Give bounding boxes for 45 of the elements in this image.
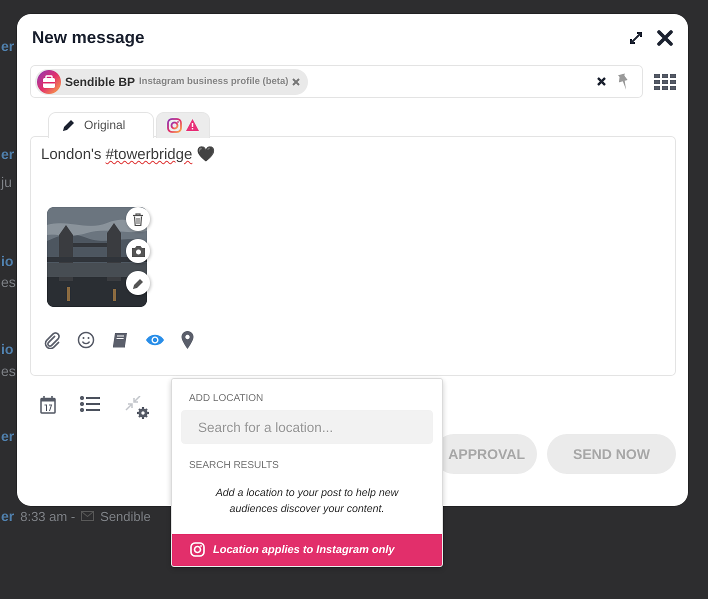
section-heading: ADD LOCATION bbox=[188, 393, 264, 404]
book-icon[interactable] bbox=[111, 331, 129, 349]
location-search-field[interactable]: Search for a location... bbox=[181, 410, 433, 444]
mail-icon bbox=[81, 511, 94, 521]
profile-chip[interactable]: Sendible BP Instagram business profile (beta) bbox=[35, 68, 308, 94]
paperclip-icon[interactable] bbox=[43, 331, 61, 349]
feed-text: es bbox=[1, 274, 16, 290]
message-editor[interactable]: London's #towerbridge 🖤 bbox=[30, 136, 676, 376]
remove-icon[interactable] bbox=[292, 78, 300, 86]
camera-icon bbox=[130, 245, 146, 257]
feed-text: er bbox=[1, 146, 14, 162]
feed-source: Sendible bbox=[100, 508, 151, 524]
calendar-icon[interactable] bbox=[40, 396, 56, 414]
dialog-title: New message bbox=[32, 28, 144, 48]
feed-text: es bbox=[1, 363, 16, 379]
feed-text: er bbox=[1, 38, 14, 54]
grid-icon[interactable] bbox=[654, 74, 676, 90]
pencil-icon bbox=[61, 118, 76, 132]
editor-tab[interactable] bbox=[156, 112, 210, 138]
instagram-icon bbox=[167, 118, 182, 132]
instagram-icon bbox=[190, 542, 205, 558]
expand-icon[interactable] bbox=[629, 31, 643, 45]
recipient-field[interactable]: Sendible BP Instagram business profile (beta) bbox=[30, 65, 643, 98]
clear-icon[interactable] bbox=[597, 77, 606, 86]
feed-time: 8:33 am - bbox=[20, 508, 76, 524]
feed-text: ju bbox=[1, 174, 12, 190]
eye-icon[interactable] bbox=[145, 333, 165, 347]
feed-text: io bbox=[1, 253, 14, 269]
trash-icon bbox=[132, 212, 144, 226]
close-icon[interactable] bbox=[657, 30, 673, 46]
location-hint: Add a location to your post to help new audiences discover your content. bbox=[214, 486, 400, 518]
notice-text: Location applies to Instagram only bbox=[213, 544, 395, 556]
shrink-settings-icon[interactable] bbox=[124, 396, 150, 420]
feed-text: io bbox=[1, 341, 14, 357]
list-icon[interactable] bbox=[80, 396, 100, 412]
profile-name: Sendible BP bbox=[65, 74, 136, 88]
feed-text: er bbox=[1, 428, 14, 444]
location-pin-icon[interactable] bbox=[181, 331, 194, 349]
emoji-icon[interactable] bbox=[77, 331, 95, 349]
profile-avatar-icon bbox=[37, 70, 61, 94]
feed-text: er bbox=[1, 508, 14, 524]
profile-type: Instagram business profile (beta) bbox=[139, 76, 288, 87]
message-text: London's #towerbridge 🖤 bbox=[41, 145, 216, 163]
editor-tab[interactable]: Original bbox=[48, 112, 154, 138]
section-heading: SEARCH RESULTS bbox=[188, 460, 280, 471]
